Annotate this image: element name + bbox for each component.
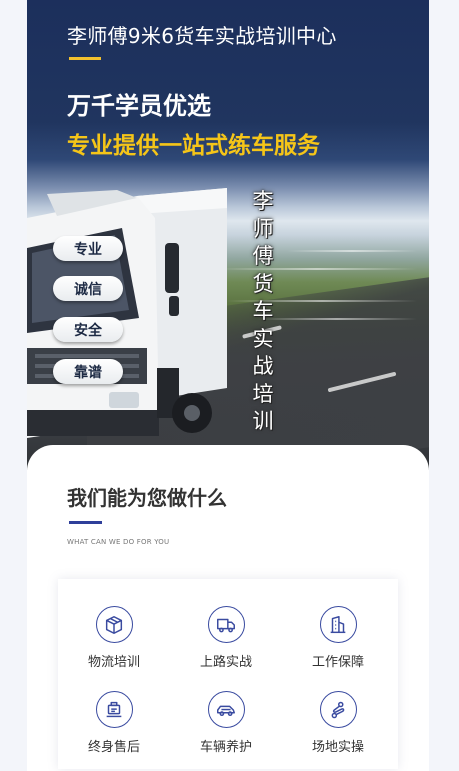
service-label: 上路实战 (199, 655, 252, 670)
service-label: 工作保障 (311, 655, 364, 670)
hero-banner: 李师傅9米6货车实战培训中心 万千学员优选 专业提供一站式练车服务 专业 诚信 … (27, 0, 429, 470)
package-box-icon (95, 606, 133, 643)
feature-pill-professional: 专业 (53, 236, 123, 261)
service-label: 终身售后 (87, 740, 140, 755)
section-title: 我们能为您做什么 (67, 486, 227, 510)
hero-headline: 万千学员优选 (67, 92, 211, 120)
service-item-road-practice[interactable]: 上路实战 (176, 606, 276, 670)
vertical-slogan-char: 傅 (252, 244, 274, 268)
service-item-logistics-training[interactable]: 物流培训 (64, 606, 164, 670)
service-label: 车辆养护 (199, 740, 252, 755)
vertical-slogan: 李 师 傅 货 车 实 战 培 训 (250, 188, 276, 436)
vertical-slogan-char: 师 (252, 216, 274, 241)
speed-streak (287, 250, 417, 252)
speed-streak (257, 318, 417, 320)
services-grid: 物流培训 上路实战 工作保障 终身售后 车辆养护 场地实操 (58, 579, 398, 769)
vertical-slogan-char: 培 (252, 381, 274, 406)
clipboard-icon (95, 691, 133, 728)
feature-pill-integrity: 诚信 (53, 276, 123, 301)
building-icon (319, 606, 357, 643)
service-item-job-guarantee[interactable]: 工作保障 (288, 606, 388, 670)
route-icon (319, 691, 357, 728)
content-canvas: 李师傅9米6货车实战培训中心 万千学员优选 专业提供一站式练车服务 专业 诚信 … (27, 0, 429, 771)
service-label: 物流培训 (87, 655, 140, 670)
services-card: 我们能为您做什么 WHAT CAN WE DO FOR YOU 物流培训 上路实… (27, 445, 429, 771)
page: 李师傅9米6货车实战培训中心 万千学员优选 专业提供一站式练车服务 专业 诚信 … (0, 0, 459, 771)
vertical-slogan-char: 实 (252, 326, 274, 351)
service-item-vehicle-maintenance[interactable]: 车辆养护 (176, 691, 276, 755)
vertical-slogan-char: 李 (252, 189, 274, 213)
hero-title: 李师傅9米6货车实战培训中心 (67, 24, 337, 48)
title-underline (69, 57, 101, 60)
service-label: 场地实操 (311, 740, 364, 755)
vertical-slogan-char: 货 (252, 271, 274, 296)
hero-tagline: 专业提供一站式练车服务 (67, 133, 320, 159)
car-icon (207, 691, 245, 728)
service-item-lifetime-support[interactable]: 终身售后 (64, 691, 164, 755)
vertical-slogan-char: 训 (252, 409, 274, 433)
speed-streak (217, 268, 417, 270)
vertical-slogan-char: 车 (252, 299, 274, 323)
truck-icon (207, 606, 245, 643)
feature-pill-reliable: 靠谱 (53, 359, 123, 384)
service-item-site-practice[interactable]: 场地实操 (288, 691, 388, 755)
feature-pill-safety: 安全 (53, 317, 123, 342)
section-subtitle: WHAT CAN WE DO FOR YOU (67, 538, 170, 546)
vertical-slogan-char: 战 (252, 354, 274, 378)
section-title-bar (69, 521, 102, 524)
